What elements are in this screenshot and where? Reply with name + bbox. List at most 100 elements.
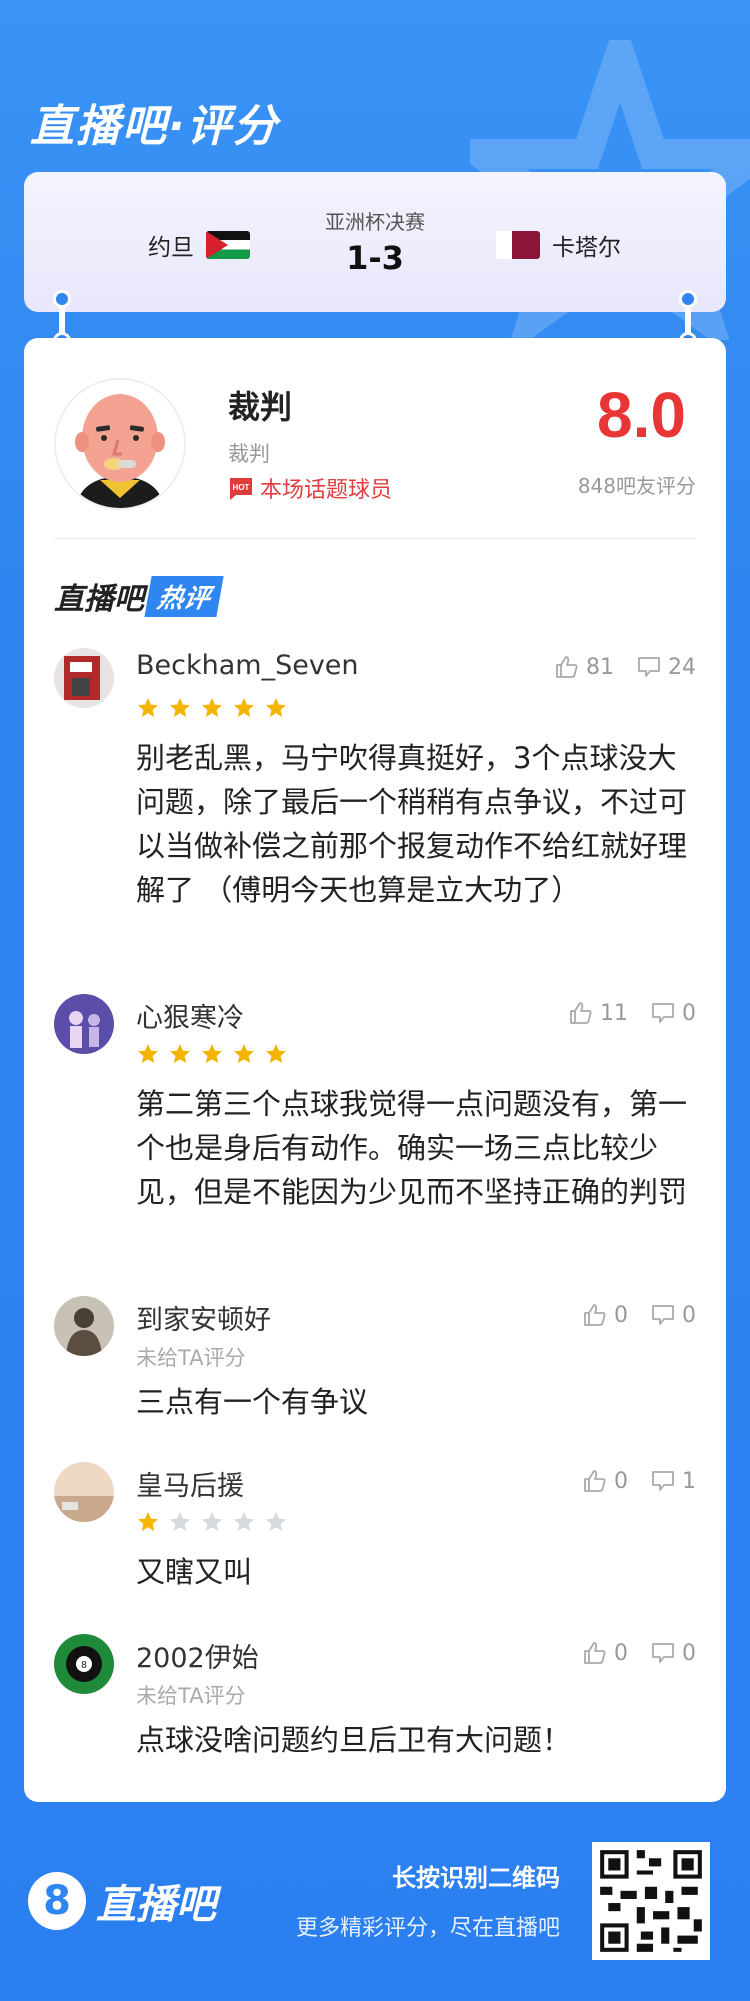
comment-icon: [652, 1471, 674, 1491]
dislike-button[interactable]: 0: [650, 1000, 696, 1026]
comment-username[interactable]: 到家安顿好: [136, 1298, 271, 1337]
player-name: 裁判: [228, 388, 293, 426]
comment-text: 别老乱黑，马宁吹得真挺好，3个点球没大问题，除了最后一个稍稍有点争议，不过可以当…: [136, 741, 688, 907]
user-avatar[interactable]: [54, 648, 114, 708]
comment-username[interactable]: Beckham_Seven: [136, 650, 359, 681]
like-button[interactable]: 0: [582, 1468, 628, 1494]
comment-text: 又瞎又叫: [136, 1555, 253, 1589]
comment-icon: [652, 1643, 674, 1663]
like-count: 81: [586, 654, 614, 680]
hot-topic-label: HOT 本场话题球员: [228, 472, 392, 504]
star-empty-icon: [266, 1512, 286, 1531]
svg-text:8: 8: [81, 1660, 87, 1671]
user-avatar[interactable]: [54, 994, 114, 1054]
star-rating: [136, 1510, 288, 1534]
comment-item: 8 2002伊始 未给TA评分 0 0 点球没啥问题约旦后卫有大问题！: [54, 1634, 696, 1774]
thumbs-up-icon: [556, 656, 578, 678]
app-title: 直播吧·评分: [30, 101, 279, 152]
comment-item: 到家安顿好 未给TA评分 0 0 三点有一个有争议: [54, 1296, 696, 1436]
player-role: 裁判: [228, 442, 270, 466]
comment-text: 第二第三个点球我觉得一点问题没有，第一个也是身后有动作。确实一场三点比较少见，但…: [136, 1087, 688, 1209]
like-button[interactable]: 0: [582, 1640, 628, 1666]
star-filled-icon: [138, 1044, 158, 1063]
dislike-count: 0: [682, 1000, 696, 1026]
star-filled-icon: [170, 698, 190, 717]
qatar-flag-icon: [496, 231, 540, 259]
star-filled-icon: [202, 1044, 222, 1063]
thumbs-up-icon: [584, 1304, 606, 1326]
section-brand: 直播吧: [54, 582, 144, 617]
user-avatar[interactable]: [54, 1296, 114, 1356]
rating-card: 裁判 裁判 HOT 本场话题球员 8.0 848吧友评分 直播吧 热评 Beck…: [24, 338, 726, 1802]
thumbs-up-icon: [584, 1642, 606, 1664]
no-rating-label: 未给TA评分: [136, 1346, 246, 1370]
comment-actions: 11 0: [568, 1000, 696, 1026]
dislike-count: 0: [682, 1640, 696, 1666]
section-hot-title: 热评: [144, 575, 224, 617]
card-connector: [679, 290, 697, 350]
like-button[interactable]: 0: [582, 1302, 628, 1328]
like-count: 0: [614, 1302, 628, 1328]
svg-text:HOT: HOT: [233, 483, 250, 492]
star-empty-icon: [170, 1512, 190, 1531]
star-filled-icon: [202, 698, 222, 717]
away-team-name: 卡塔尔: [552, 235, 621, 261]
like-count: 0: [614, 1640, 628, 1666]
footer-brand-name: 直播吧: [96, 1882, 216, 1928]
referee-avatar: [54, 378, 186, 510]
comment-item: Beckham_Seven 81 24 别老乱黑，马宁吹得真挺好，3个点球没大问…: [54, 648, 696, 978]
star-filled-icon: [234, 1044, 254, 1063]
hot-topic-text: 本场话题球员: [260, 478, 393, 503]
divider: [54, 538, 696, 539]
qr-code[interactable]: [592, 1842, 710, 1960]
like-button[interactable]: 81: [554, 654, 614, 680]
dislike-button[interactable]: 0: [650, 1640, 696, 1666]
rating-score: 8.0: [597, 379, 686, 451]
comment-actions: 0 1: [582, 1468, 696, 1494]
like-count: 0: [614, 1468, 628, 1494]
user-avatar[interactable]: [54, 1462, 114, 1522]
comment-icon: [638, 657, 660, 677]
qr-title: 长按识别二维码: [392, 1864, 560, 1892]
thumbs-up-icon: [570, 1002, 592, 1024]
comment-username[interactable]: 2002伊始: [136, 1636, 259, 1675]
match-card: 约旦 亚洲杯决赛 1-3 卡塔尔: [24, 172, 726, 312]
star-filled-icon: [138, 698, 158, 717]
star-rating: [136, 696, 288, 720]
dislike-count: 1: [682, 1468, 696, 1494]
player-summary: 裁判 裁判 HOT 本场话题球员 8.0 848吧友评分: [54, 378, 696, 510]
comment-text: 三点有一个有争议: [136, 1385, 369, 1419]
no-rating-label: 未给TA评分: [136, 1684, 246, 1708]
star-filled-icon: [170, 1044, 190, 1063]
star-empty-icon: [234, 1512, 254, 1531]
away-team: 卡塔尔: [496, 228, 621, 262]
card-connector: [53, 290, 71, 350]
star-filled-icon: [138, 1512, 158, 1531]
qr-subtitle: 更多精彩评分，尽在直播吧: [295, 1916, 560, 1941]
comment-actions: 81 24: [554, 654, 696, 680]
dislike-button[interactable]: 24: [636, 654, 696, 680]
comment-item: 皇马后援 0 1 又瞎又叫: [54, 1462, 696, 1602]
user-avatar[interactable]: 8: [54, 1634, 114, 1694]
comment-icon: [652, 1003, 674, 1023]
star-filled-icon: [266, 1044, 286, 1063]
comment-actions: 0 0: [582, 1302, 696, 1328]
dislike-button[interactable]: 0: [650, 1302, 696, 1328]
star-empty-icon: [202, 1512, 222, 1531]
rating-count: 848吧友评分: [577, 474, 696, 498]
thumbs-up-icon: [584, 1470, 606, 1492]
star-filled-icon: [266, 698, 286, 717]
comment-username[interactable]: 皇马后援: [136, 1464, 244, 1503]
dislike-button[interactable]: 1: [650, 1468, 696, 1494]
like-count: 11: [600, 1000, 628, 1026]
qr-code-icon: [592, 1842, 710, 1960]
comment-text: 点球没啥问题约旦后卫有大问题！: [136, 1723, 572, 1757]
hot-comments-header: 直播吧 热评: [54, 574, 224, 618]
zhibo8-logo-icon: 8: [28, 1872, 86, 1930]
footer-brand: 8 直播吧: [28, 1872, 216, 1930]
hot-badge-icon: HOT: [230, 478, 252, 500]
comment-item: 心狠寒冷 11 0 第二第三个点球我觉得一点问题没有，第一个也是身后有动作。确实…: [54, 994, 696, 1274]
comment-username[interactable]: 心狠寒冷: [136, 996, 244, 1035]
like-button[interactable]: 11: [568, 1000, 628, 1026]
dislike-count: 0: [682, 1302, 696, 1328]
